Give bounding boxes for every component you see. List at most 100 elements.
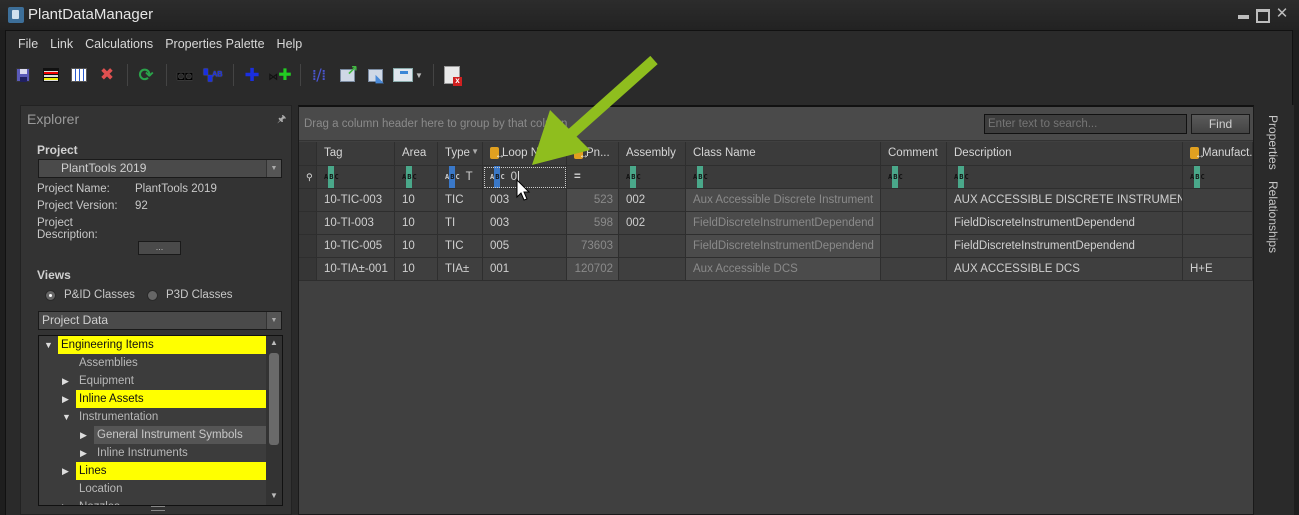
add-button[interactable]: ✚	[241, 64, 263, 86]
text-filter-icon[interactable]: ABC	[1190, 166, 1205, 188]
filter-cell[interactable]: ABC	[619, 166, 686, 189]
filter-cell[interactable]: ABC	[1183, 166, 1253, 189]
column-header[interactable]: Loop N...	[483, 142, 567, 166]
radio-p3d-classes[interactable]: P3D Classes	[147, 289, 232, 301]
table-cell[interactable]: 001	[483, 258, 567, 281]
table-cell[interactable]: TIA±	[438, 258, 483, 281]
table-cell[interactable]	[1183, 212, 1253, 235]
tree-item[interactable]: ▶ Nozzles	[39, 498, 267, 505]
table-row[interactable]: 10-TIC-003 10 TIC 003 523 002 Aux Accessible D…	[299, 189, 1253, 212]
rows-button[interactable]	[40, 64, 62, 86]
text-filter-icon[interactable]: ABC	[402, 166, 417, 188]
table-cell[interactable]: 002	[619, 189, 686, 212]
table-cell[interactable]: 598	[567, 212, 619, 235]
tab-relationships[interactable]: Relationships	[1266, 181, 1280, 253]
table-cell[interactable]: 73603	[567, 235, 619, 258]
text-filter-icon[interactable]: ABC	[324, 166, 339, 188]
row-indicator[interactable]	[299, 258, 317, 281]
table-cell[interactable]: 10	[395, 235, 438, 258]
table-cell[interactable]: TI	[438, 212, 483, 235]
collapse-arrow-icon[interactable]: ▶	[62, 390, 69, 408]
menu-properties-palette[interactable]: Properties Palette	[159, 36, 270, 54]
scroll-down-icon[interactable]: ▼	[270, 491, 278, 500]
maximize-button[interactable]	[1255, 7, 1270, 23]
close-button[interactable]: ✕	[1275, 6, 1289, 21]
tab-properties[interactable]: Properties	[1266, 115, 1280, 170]
row-indicator[interactable]	[299, 189, 317, 212]
table-cell[interactable]: AUX ACCESSIBLE DCS	[947, 258, 1183, 281]
project-details-button[interactable]: ...	[138, 241, 181, 255]
grid-link-button[interactable]: ⁞⧸⁞	[308, 64, 330, 86]
column-header[interactable]: Tag	[317, 142, 395, 166]
column-header[interactable]: Area	[395, 142, 438, 166]
table-cell[interactable]	[881, 189, 947, 212]
tree-item[interactable]: ▶ Inline Instruments	[39, 444, 267, 462]
columns-button[interactable]	[68, 64, 90, 86]
refresh-button[interactable]: ⟳	[135, 64, 157, 86]
tree-scrollbar[interactable]: ▲ ▼	[266, 336, 282, 505]
filter-cell[interactable]: ABC	[947, 166, 1183, 189]
expand-arrow-icon[interactable]: ▼	[44, 336, 53, 354]
radio-pid-classes[interactable]: P&ID Classes	[45, 289, 135, 301]
table-cell[interactable]: 120702	[567, 258, 619, 281]
scrollbar-thumb[interactable]	[269, 353, 279, 445]
find-button[interactable]: ◘◘	[174, 64, 196, 86]
scroll-up-icon[interactable]: ▲	[270, 338, 278, 347]
text-filter-icon[interactable]: ABC	[445, 166, 460, 188]
project-select[interactable]: PlantTools 2019 ▼	[38, 159, 282, 178]
table-cell[interactable]: 003	[483, 189, 567, 212]
column-header[interactable]: Pn...	[567, 142, 619, 166]
table-cell[interactable]	[619, 258, 686, 281]
resize-grip[interactable]	[151, 506, 165, 511]
menu-file[interactable]: File	[12, 36, 44, 54]
table-cell[interactable]: FieldDiscreteInstrumentDependend	[686, 235, 881, 258]
table-cell[interactable]: 003	[483, 212, 567, 235]
table-row[interactable]: 10-TIC-005 10 TIC 005 73603 FieldDiscreteInst…	[299, 235, 1253, 258]
text-filter-icon[interactable]: ABC	[693, 166, 708, 188]
tree-item[interactable]: ▶ Inline Assets	[39, 390, 267, 408]
collapse-arrow-icon[interactable]: ▶	[62, 498, 69, 505]
table-row[interactable]: 10-TI-003 10 TI 003 598 002 FieldDiscreteInstr…	[299, 212, 1253, 235]
table-cell[interactable]: Aux Accessible DCS	[686, 258, 881, 281]
menu-help[interactable]: Help	[271, 36, 309, 54]
filter-icon[interactable]: ▼	[471, 142, 479, 163]
table-cell[interactable]: 002	[619, 212, 686, 235]
table-cell[interactable]	[619, 235, 686, 258]
table-cell[interactable]: 523	[567, 189, 619, 212]
table-cell[interactable]: 10-TIC-003	[317, 189, 395, 212]
tree-item[interactable]: ▼ Engineering Items	[39, 336, 267, 354]
table-cell[interactable]: H+E	[1183, 258, 1253, 281]
tree-item[interactable]: ▶ General Instrument Symbols	[39, 426, 267, 444]
text-filter-icon[interactable]: ABC	[626, 166, 641, 188]
find-button[interactable]: Find	[1191, 114, 1250, 134]
filter-cell[interactable]: ABC	[395, 166, 438, 189]
column-header[interactable]: Assembly	[619, 142, 686, 166]
save-button[interactable]	[12, 64, 34, 86]
collapse-arrow-icon[interactable]: ▶	[80, 426, 87, 444]
table-cell[interactable]: 005	[483, 235, 567, 258]
collapse-arrow-icon[interactable]: ▶	[62, 462, 69, 480]
minimize-button[interactable]	[1237, 7, 1251, 21]
table-cell[interactable]: 10	[395, 258, 438, 281]
table-cell[interactable]: 10	[395, 212, 438, 235]
menu-link[interactable]: Link	[44, 36, 79, 54]
delete-button[interactable]: ✖	[96, 64, 118, 86]
close-document-button[interactable]	[441, 64, 463, 86]
add-valve-button[interactable]: ⋈✚	[268, 64, 291, 86]
tree-item[interactable]: ▶ Lines	[39, 462, 267, 480]
filter-cell[interactable]: ABC	[881, 166, 947, 189]
text-filter-icon[interactable]: ABC	[490, 166, 505, 188]
equals-operator-icon[interactable]: =	[574, 171, 581, 183]
column-header[interactable]: Manufact...	[1183, 142, 1253, 166]
table-cell[interactable]: FieldDiscreteInstrumentDependend	[947, 212, 1183, 235]
table-cell[interactable]: 10-TIA±-001	[317, 258, 395, 281]
column-header[interactable]: Type ▼	[438, 142, 483, 166]
table-cell[interactable]: AUX ACCESSIBLE DISCRETE INSTRUMENT	[947, 189, 1183, 212]
table-cell[interactable]	[1183, 235, 1253, 258]
column-header[interactable]: Comment	[881, 142, 947, 166]
find-replace-button[interactable]: ▚ᴬᴮ	[202, 64, 224, 86]
table-cell[interactable]	[1183, 189, 1253, 212]
tree-item[interactable]: ▼ Instrumentation	[39, 408, 267, 426]
row-indicator[interactable]	[299, 212, 317, 235]
tree-item[interactable]: ▶ Equipment	[39, 372, 267, 390]
